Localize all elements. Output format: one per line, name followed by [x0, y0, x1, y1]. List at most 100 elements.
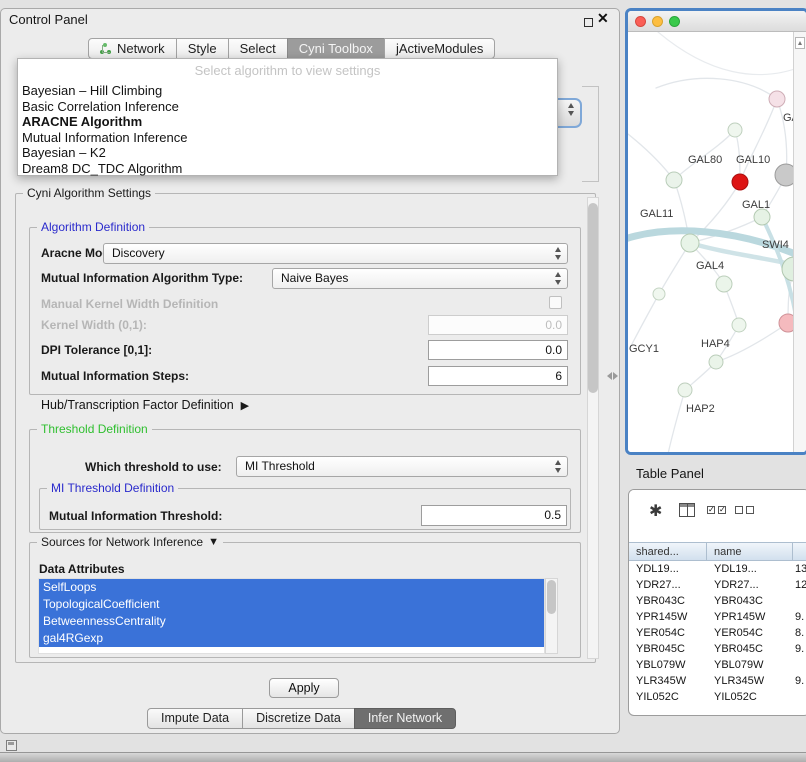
table-cell: YIL052C [629, 689, 707, 705]
algorithm-option-mutual-information-inference[interactable]: Mutual Information Inference [18, 130, 557, 146]
apply-button[interactable]: Apply [269, 678, 339, 698]
which-threshold-select[interactable]: MI Threshold [236, 456, 568, 477]
float-panel-icon[interactable] [584, 18, 593, 27]
deselect-all-columns-icon[interactable] [735, 506, 754, 514]
network-edge[interactable] [740, 99, 777, 182]
table-row[interactable]: YIL052CYIL052C [629, 689, 806, 705]
algorithm-option-dream8-dc-tdc-algorithm[interactable]: Dream8 DC_TDC Algorithm [18, 161, 557, 177]
algorithm-option-bayesian-k2[interactable]: Bayesian – K2 [18, 145, 557, 161]
node-label: HAP2 [686, 403, 715, 415]
table-row[interactable]: YDL19...YDL19...13 [629, 561, 806, 577]
settings-scrollbar[interactable] [587, 197, 599, 659]
attribute-item-betweennesscentrality[interactable]: BetweennessCentrality [39, 613, 544, 630]
tab-jactivemodules[interactable]: jActiveModules [384, 38, 495, 59]
hub-section-toggle[interactable]: Hub/Transcription Factor Definition ▶ [41, 398, 249, 412]
cyni-settings-title: Cyni Algorithm Settings [23, 186, 155, 200]
network-node[interactable] [666, 172, 682, 188]
table-cell: YER054C [629, 625, 707, 641]
mi-algorithm-select[interactable]: Naive Bayes [272, 268, 568, 289]
table-cell: YBL079W [629, 657, 707, 673]
bottom-tab-discretize-data[interactable]: Discretize Data [242, 708, 355, 729]
aracne-mode-select[interactable]: Discovery [103, 243, 568, 264]
table-row[interactable]: YLR345WYLR345W9. [629, 673, 806, 689]
node-label: GAL11 [640, 208, 673, 220]
restore-panel-icon[interactable] [6, 740, 17, 751]
tab-label: jActiveModules [396, 41, 483, 56]
table-cell [793, 657, 806, 673]
mi-steps-field[interactable]: 6 [428, 366, 568, 386]
network-edge[interactable] [628, 134, 674, 180]
network-node[interactable] [716, 276, 732, 292]
table-row[interactable]: YBR045CYBR045C9. [629, 641, 806, 657]
table-row[interactable]: YER054CYER054C8. [629, 625, 806, 641]
select-all-columns-icon[interactable] [707, 506, 726, 514]
network-node[interactable] [769, 91, 785, 107]
tab-select[interactable]: Select [228, 38, 288, 59]
attribute-item-selfloops[interactable]: SelfLoops [39, 579, 544, 596]
dpi-tolerance-field[interactable]: 0.0 [428, 340, 568, 360]
desktop: Control Panel ✕ NetworkStyleSelectCyni T… [0, 0, 806, 762]
close-traffic-light-icon[interactable] [635, 16, 646, 27]
table-row[interactable]: YPR145WYPR145W9. [629, 609, 806, 625]
panel-splitter-handle[interactable] [607, 368, 618, 384]
dpi-tolerance-label: DPI Tolerance [0,1]: [41, 343, 152, 357]
node-label: GAL4 [696, 260, 724, 272]
network-node[interactable] [728, 123, 742, 137]
zoom-traffic-light-icon[interactable] [669, 16, 680, 27]
tab-cyni-toolbox[interactable]: Cyni Toolbox [287, 38, 385, 59]
attribute-item-gal4rgexp[interactable]: gal4RGexp [39, 630, 544, 647]
settings-scrollbar-thumb[interactable] [588, 203, 598, 393]
unchecked-box-icon [735, 506, 743, 514]
kernel-width-field[interactable]: 0.0 [428, 315, 568, 335]
attribute-list-scrollbar-thumb[interactable] [547, 580, 556, 614]
network-scrollbar[interactable] [793, 32, 806, 452]
node-label: GCY1 [629, 343, 659, 355]
tab-label: Cyni Toolbox [299, 41, 373, 56]
bottom-tab-impute-data[interactable]: Impute Data [147, 708, 243, 729]
network-node[interactable] [709, 355, 723, 369]
table-cell: 8. [793, 625, 806, 641]
table-row[interactable]: YDR27...YDR27...12 [629, 577, 806, 593]
network-window-titlebar[interactable] [628, 11, 806, 32]
network-canvas[interactable]: GALGAL80GAL10GAL11GAL1SWI4GAL4GCY1HAP4YH… [628, 32, 806, 452]
network-edge[interactable] [668, 390, 685, 452]
attribute-list-scrollbar[interactable] [545, 578, 558, 654]
node-label: HAP4 [701, 338, 730, 350]
table-row[interactable]: YBL079WYBL079W [629, 657, 806, 673]
network-edge[interactable] [656, 78, 777, 99]
manual-kernel-checkbox[interactable] [549, 296, 562, 309]
scroll-up-icon[interactable] [795, 37, 805, 49]
gear-icon[interactable]: ✱ [649, 501, 662, 521]
algorithm-option-bayesian-hill-climbing[interactable]: Bayesian – Hill Climbing [18, 83, 557, 99]
column-header[interactable]: name [707, 542, 793, 561]
network-node[interactable] [754, 209, 770, 225]
tab-style[interactable]: Style [176, 38, 229, 59]
table-cell: YBR043C [707, 593, 793, 609]
updown-arrows-icon [567, 103, 576, 116]
kernel-width-label: Kernel Width (0,1): [41, 318, 147, 332]
column-selector-icon[interactable] [679, 503, 695, 517]
close-panel-icon[interactable]: ✕ [597, 10, 609, 27]
sources-toggle[interactable]: Sources for Network Inference ▼ [37, 535, 223, 549]
table-cell: YER054C [707, 625, 793, 641]
mi-threshold-field[interactable]: 0.5 [421, 505, 567, 526]
minimize-traffic-light-icon[interactable] [652, 16, 663, 27]
attribute-item-topologicalcoefficient[interactable]: TopologicalCoefficient [39, 596, 544, 613]
table-cell: YBR045C [629, 641, 707, 657]
network-edge[interactable] [630, 294, 659, 348]
algorithm-option-aracne-algorithm[interactable]: ARACNE Algorithm [18, 114, 557, 130]
table-cell: YDR27... [707, 577, 793, 593]
column-header[interactable]: shared... [629, 542, 707, 561]
attribute-list[interactable]: SelfLoopsTopologicalCoefficientBetweenne… [38, 578, 545, 654]
bottom-tab-infer-network[interactable]: Infer Network [354, 708, 456, 729]
network-node[interactable] [681, 234, 699, 252]
tab-network[interactable]: Network [88, 38, 177, 59]
network-node[interactable] [653, 288, 665, 300]
column-header[interactable] [793, 542, 806, 561]
network-node[interactable] [732, 174, 748, 190]
algorithm-option-basic-correlation-inference[interactable]: Basic Correlation Inference [18, 99, 557, 115]
table-row[interactable]: YBR043CYBR043C [629, 593, 806, 609]
network-edge[interactable] [658, 32, 803, 75]
network-node[interactable] [678, 383, 692, 397]
network-node[interactable] [732, 318, 746, 332]
